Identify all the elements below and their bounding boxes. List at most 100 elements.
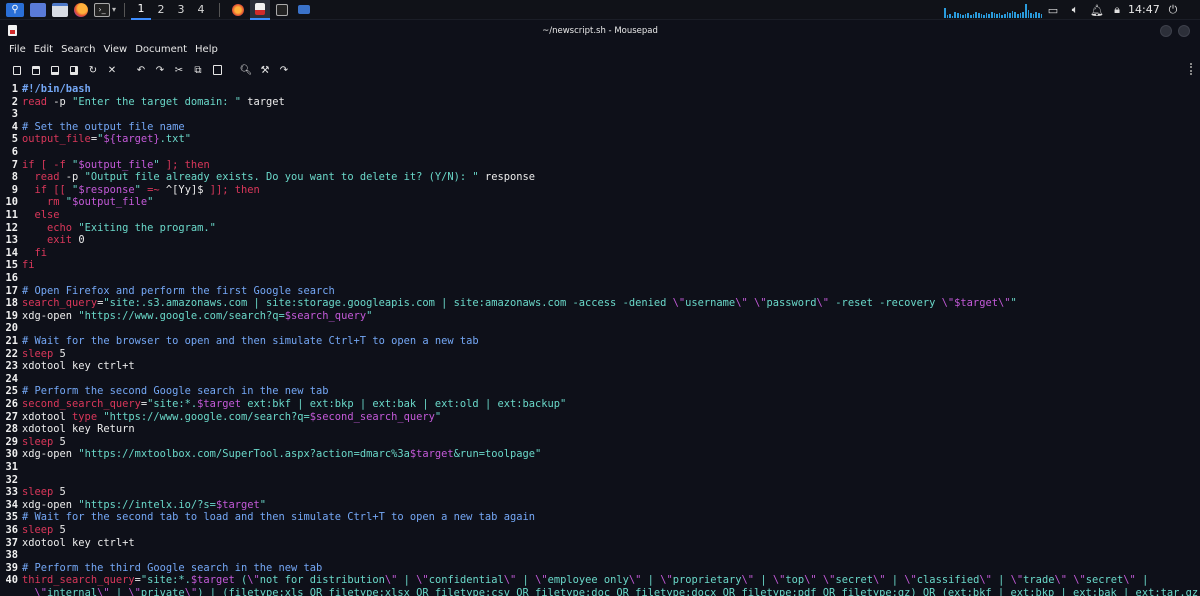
network-monitor-graph[interactable]: [944, 4, 1043, 18]
clock[interactable]: 14:47: [1128, 0, 1160, 20]
code-token: |: [885, 574, 905, 587]
menu-help[interactable]: Help: [195, 44, 218, 55]
code-line[interactable]: 26 second_search_query="site:*.$target ex…: [0, 398, 566, 411]
task-screenshot[interactable]: [294, 0, 314, 20]
code-line[interactable]: 3: [0, 108, 22, 121]
new-document-icon[interactable]: [9, 62, 25, 78]
display-icon[interactable]: ▭: [1046, 0, 1060, 20]
terminal-icon[interactable]: ›_: [94, 2, 110, 17]
code-line[interactable]: 10 rm "$output_file": [0, 196, 153, 209]
code-token: ext:bkf | ext:bkp | ext:bak | ext:old | …: [240, 398, 567, 410]
code-line[interactable]: \"internal\" | \"private\") | (filetype:…: [0, 587, 1199, 596]
save-as-icon[interactable]: [66, 62, 82, 78]
file-manager-icon[interactable]: [52, 2, 68, 17]
code-line[interactable]: 23 xdotool key ctrl+t: [0, 360, 134, 373]
task-mousepad[interactable]: [250, 0, 271, 20]
code-line[interactable]: 32: [0, 474, 22, 487]
code-line[interactable]: 40 third_search_query="site:*.$target (\"…: [0, 574, 1148, 587]
power-icon[interactable]: ⏻: [1166, 0, 1180, 20]
code-line[interactable]: 21 # Wait for the browser to open and the…: [0, 335, 478, 348]
code-line[interactable]: 18 search_query="site:.s3.amazonaws.com |…: [0, 297, 1016, 310]
kali-menu-icon[interactable]: ⚲: [6, 2, 24, 17]
toolbar-overflow-handle[interactable]: [1190, 63, 1194, 75]
minimize-button[interactable]: [1160, 25, 1172, 37]
code-line[interactable]: 14 fi: [0, 247, 47, 260]
code-line[interactable]: 36 sleep 5: [0, 524, 65, 537]
reload-icon[interactable]: ↻: [85, 62, 101, 78]
code-line[interactable]: 39 # Perform the third Google search in t…: [0, 562, 322, 575]
code-line[interactable]: 2 read -p "Enter the target domain: " tar…: [0, 96, 285, 109]
code-line[interactable]: 37 xdotool key ctrl+t: [0, 537, 134, 550]
code-line[interactable]: 7 if [ -f "$output_file" ]; then: [0, 159, 210, 172]
code-line[interactable]: 38: [0, 549, 22, 562]
cut-icon[interactable]: ✂: [171, 62, 187, 78]
code-text: fi: [22, 247, 48, 259]
workspace-4[interactable]: 4: [191, 0, 211, 20]
menu-file[interactable]: File: [9, 44, 26, 55]
line-number: 19: [5, 309, 18, 322]
undo-icon[interactable]: ↶: [133, 62, 149, 78]
task-terminal[interactable]: [272, 0, 292, 20]
find-replace-icon[interactable]: ⚒: [257, 62, 273, 78]
network-graph-bar: [1001, 15, 1004, 18]
code-token: $output_file: [72, 196, 148, 209]
notification-bell-icon[interactable]: 🔔︎: [1090, 0, 1104, 20]
code-line[interactable]: 16: [0, 272, 22, 285]
code-line[interactable]: 8 read -p "Output file already exists. D…: [0, 171, 535, 184]
code-line[interactable]: 28 xdotool key Return: [0, 423, 134, 436]
copy-icon[interactable]: ⧉: [190, 62, 206, 78]
menu-document[interactable]: Document: [135, 44, 187, 55]
code-text: # Perform the third Google search in the…: [22, 562, 322, 574]
text-editor[interactable]: 1 #!/bin/bash 2 read -p "Enter the target d…: [0, 82, 1200, 596]
code-line[interactable]: 6: [0, 146, 22, 159]
open-file-icon[interactable]: [28, 62, 44, 78]
code-line[interactable]: 9 if [[ "$response" =~ ^[Yy]$ ]]; then: [0, 184, 260, 197]
code-line[interactable]: 13 exit 0: [0, 234, 84, 247]
go-to-line-icon[interactable]: ↷: [276, 62, 292, 78]
menu-view[interactable]: View: [103, 44, 127, 55]
network-graph-bar: [1011, 11, 1014, 18]
workspace-1[interactable]: 1: [131, 0, 152, 20]
paste-icon[interactable]: [209, 62, 225, 78]
code-line[interactable]: 29 sleep 5: [0, 436, 65, 449]
code-line[interactable]: 1 #!/bin/bash: [0, 83, 91, 96]
code-line[interactable]: 20: [0, 322, 22, 335]
line-number: 24: [5, 372, 18, 385]
code-line[interactable]: 33 sleep 5: [0, 486, 65, 499]
code-token: not for distribution: [259, 574, 385, 587]
menu-edit[interactable]: Edit: [34, 44, 53, 55]
workspace-3[interactable]: 3: [171, 0, 191, 20]
code-line[interactable]: 27 xdotool type "https://www.google.com/s…: [0, 411, 441, 424]
window-titlebar[interactable]: ~/newscript.sh - Mousepad: [0, 21, 1200, 41]
code-line[interactable]: 24: [0, 373, 22, 386]
code-line[interactable]: 22 sleep 5: [0, 348, 65, 361]
save-icon[interactable]: [47, 62, 63, 78]
code-line[interactable]: 17 # Open Firefox and perform the first G…: [0, 285, 334, 298]
code-line[interactable]: 4 # Set the output file name: [0, 121, 185, 134]
code-line[interactable]: 11 else: [0, 209, 59, 222]
chevron-down-icon[interactable]: ▾: [112, 5, 116, 14]
line-number: 7: [11, 158, 18, 171]
firefox-icon[interactable]: [74, 2, 88, 17]
code-line[interactable]: 5 output_file="${target}.txt": [0, 133, 191, 146]
find-icon[interactable]: 🔍︎: [238, 62, 254, 78]
menu-search[interactable]: Search: [61, 44, 95, 55]
code-line[interactable]: 15 fi: [0, 259, 34, 272]
code-text: echo "Exiting the program.": [22, 222, 216, 234]
task-firefox[interactable]: [228, 0, 248, 20]
desktop-icon[interactable]: [30, 2, 46, 17]
workspace-2[interactable]: 2: [151, 0, 171, 20]
code-line[interactable]: 19 xdg-open "https://www.google.com/searc…: [0, 310, 372, 323]
close-window-button[interactable]: [1178, 25, 1190, 37]
code-line[interactable]: 12 echo "Exiting the program.": [0, 222, 216, 235]
volume-icon[interactable]: 🔈︎: [1068, 0, 1082, 20]
code-line[interactable]: 30 xdg-open "https://mxtoolbox.com/SuperT…: [0, 448, 541, 461]
code-line[interactable]: 34 xdg-open "https://intelx.io/?s=$target…: [0, 499, 266, 512]
code-line[interactable]: 25 # Perform the second Google search in …: [0, 385, 328, 398]
code-line[interactable]: 35 # Wait for the second tab to load and …: [0, 511, 534, 524]
code-token: \": [979, 574, 992, 587]
lock-icon[interactable]: 🔒︎: [1110, 0, 1124, 20]
redo-icon[interactable]: ↷: [152, 62, 168, 78]
close-icon[interactable]: ✕: [104, 62, 120, 78]
code-line[interactable]: 31: [0, 461, 22, 474]
